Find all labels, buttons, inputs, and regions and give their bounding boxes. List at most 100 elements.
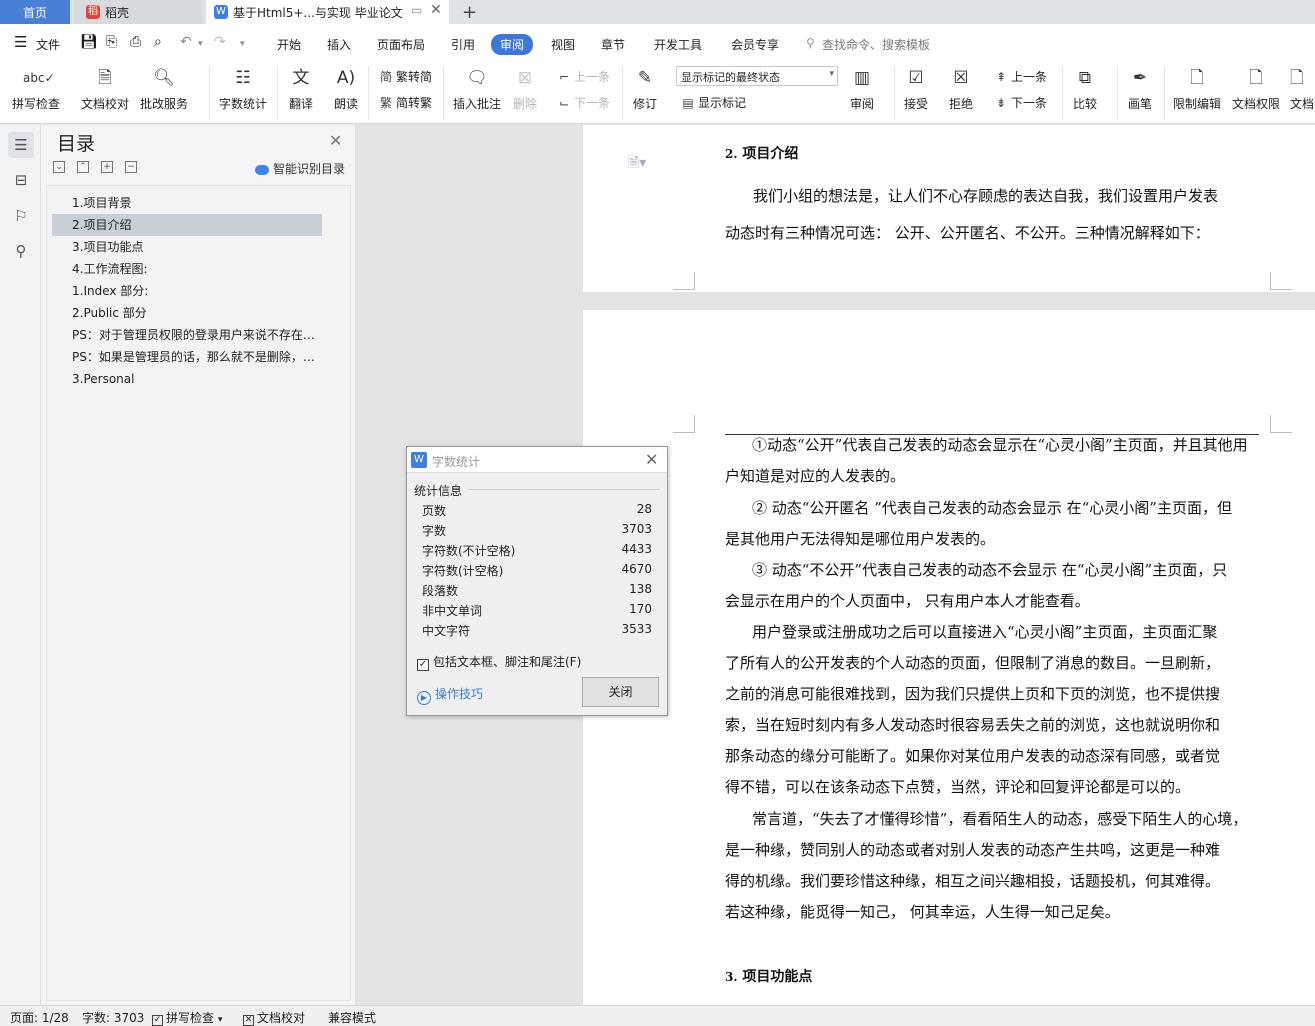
collapse-all-icon[interactable]: ⌄	[53, 161, 65, 173]
revise-service-icon: 🔍︎	[153, 68, 175, 88]
close-icon[interactable]: ✕	[329, 131, 342, 150]
undo-dropdown-icon[interactable]: ▾	[198, 39, 203, 49]
markup-state-value: 显示标记的最终状态	[681, 71, 780, 84]
toc-item[interactable]: 3.Personal	[52, 368, 322, 390]
paragraph-options-icon[interactable]: 🗎︎▾	[628, 152, 646, 176]
lock-document-icon: 🗋︎	[1190, 68, 1204, 88]
print-icon[interactable]: ⎙	[130, 34, 141, 50]
menu-developer[interactable]: 开发工具	[654, 36, 702, 53]
toc-item[interactable]: 4.工作流程图:	[52, 258, 322, 280]
accept-button[interactable]: ☑ 接受	[903, 66, 929, 112]
command-search-input[interactable]: 查找命令、搜索模板	[822, 36, 930, 53]
document-page[interactable]: 🗎︎▾ 2. 项目介绍 我们小组的想法是，让人们不心存顾虑的表达自我，我们设置用…	[583, 125, 1315, 292]
toc-item[interactable]: 1.项目背景	[52, 192, 322, 214]
markup-state-select[interactable]: 显示标记的最终状态 ▾	[676, 66, 838, 86]
dialog-titlebar[interactable]: W 字数统计 ✕	[407, 447, 667, 473]
doc-permission-button[interactable]: 🗋︎ 文档权限	[1232, 66, 1280, 112]
print-preview-icon[interactable]: ⌕	[154, 34, 162, 50]
remove-heading-icon[interactable]: −	[125, 161, 137, 173]
delete-comment-button[interactable]: ⊠ 删除	[512, 66, 538, 112]
paragraph-line: 若这种缘，能觅得一知己， 何其幸运，人生得一知己足矣。	[725, 903, 1120, 921]
tab-close-icon[interactable]: ✕	[430, 2, 442, 18]
toc-item[interactable]: 3.项目功能点	[52, 236, 322, 258]
prev-change-button[interactable]: ⇞ 上一条	[993, 68, 1047, 85]
reject-button[interactable]: ☒ 拒绝	[948, 66, 974, 112]
show-markup-button[interactable]: ▤ 显示标记	[680, 94, 746, 111]
daoke-logo-icon: 稻	[86, 5, 100, 19]
search-icon[interactable]: ⚲	[8, 238, 34, 264]
read-aloud-button[interactable]: A) 朗读	[333, 66, 359, 112]
revise-service-button[interactable]: 🔍︎ 批改服务	[140, 66, 188, 112]
toc-item[interactable]: 1.Index 部分:	[52, 280, 322, 302]
trad-to-simp-button[interactable]: 简繁转简	[378, 68, 432, 85]
hamburger-menu-icon[interactable]: ☰	[14, 33, 27, 51]
tips-link[interactable]: ▶ 操作技巧	[417, 685, 483, 705]
spellcheck-button[interactable]: abc✓ 拼写检查	[12, 66, 60, 112]
status-proof[interactable]: ✕ 文档校对	[243, 1009, 305, 1026]
track-changes-button[interactable]: ✎ 修订	[632, 66, 658, 112]
save-icon[interactable]: 💾︎	[80, 34, 98, 50]
compare-button[interactable]: ⧉ 比较	[1072, 66, 1098, 112]
close-icon[interactable]: ✕	[645, 450, 658, 469]
menu-file[interactable]: 文件	[36, 36, 60, 53]
menu-chapter[interactable]: 章节	[601, 36, 625, 53]
redo-icon[interactable]: ↷	[214, 34, 226, 50]
next-change-button[interactable]: ⇟ 下一条	[993, 94, 1047, 111]
expand-all-icon[interactable]: ⌃	[77, 161, 89, 173]
toc-pane-icon[interactable]: ☰	[8, 132, 34, 158]
close-button[interactable]: 关闭	[582, 677, 659, 707]
status-spellcheck[interactable]: ✓ 拼写检查 ▾	[152, 1009, 222, 1026]
menu-member[interactable]: 会员专享	[731, 36, 779, 53]
word-count-button[interactable]: ☷ 字数统计	[219, 66, 267, 112]
new-tab-icon[interactable]: +	[462, 0, 477, 24]
chapter-nav-icon[interactable]: ⊟	[8, 167, 34, 193]
undo-icon[interactable]: ↶	[180, 34, 192, 50]
smart-toc-button[interactable]: 智能识别目录	[255, 160, 345, 177]
ribbon-separator	[209, 66, 210, 120]
prev-comment-button[interactable]: ⌐ 上一条	[556, 68, 610, 85]
spellcheck-icon: abc✓	[23, 71, 55, 85]
ribbon-separator	[443, 66, 444, 120]
simp-to-trad-button[interactable]: 繁简转繁	[378, 94, 432, 111]
toc-item[interactable]: PS：如果是管理员的话，那么就不是删除，而是修改	[52, 346, 322, 368]
review-pane-button[interactable]: ▥ 审阅	[849, 66, 875, 112]
next-comment-button[interactable]: ⌙ 下一条	[556, 94, 610, 111]
paragraph-line: 了所有人的公开发表的个人动态的页面，但限制了消息的数目。一旦刷新，	[725, 654, 1221, 672]
ink-button[interactable]: ✒ 画笔	[1127, 66, 1153, 112]
tab-home[interactable]: 首页	[0, 0, 70, 24]
doc-proof-button[interactable]: 🗎︎ 文档校对	[81, 66, 129, 112]
menu-review[interactable]: 审阅	[491, 34, 534, 55]
doc-more-button[interactable]: 🗋︎ 文档	[1290, 66, 1315, 112]
insert-comment-button[interactable]: 🗨︎ 插入批注	[453, 66, 501, 112]
tab-home-label: 首页	[22, 5, 47, 20]
add-heading-icon[interactable]: +	[101, 161, 113, 173]
accept-icon: ☑	[908, 68, 924, 88]
stat-label: 字符数(计空格)	[422, 564, 504, 578]
include-textbox-checkbox[interactable]: ✓ 包括文本框、脚注和尾注(F)	[417, 653, 581, 671]
page-indicator[interactable]: 页面: 1/28	[10, 1009, 69, 1026]
document-page[interactable]: ①动态“公开”代表自己发表的动态会显示在“心灵小阁”主页面，并且其他用 户知道是…	[583, 310, 1315, 1005]
menu-page-layout[interactable]: 页面布局	[377, 36, 425, 53]
menu-references[interactable]: 引用	[451, 36, 475, 53]
toc-item[interactable]: PS：对于管理员权限的登录用户来说不存在删除的情况	[52, 324, 322, 346]
export-pdf-icon[interactable]: ⎘	[106, 34, 117, 50]
stat-row: 字符数(计空格) 4670	[422, 562, 652, 582]
menu-view[interactable]: 视图	[551, 36, 575, 53]
menu-insert[interactable]: 插入	[327, 36, 351, 53]
translate-button[interactable]: 文翻译	[288, 66, 314, 112]
quick-access-dropdown-icon[interactable]: ▾	[240, 39, 245, 49]
translate-icon: 文	[292, 68, 310, 88]
tab-pin-icon[interactable]: ▭	[411, 3, 422, 17]
tab-document[interactable]: W 基于Html5+...与实现 毕业论文 ▭ ✕	[206, 0, 449, 24]
tab-daoke[interactable]: 稻 稻壳	[74, 0, 202, 24]
toc-item-active[interactable]: 2.项目介绍	[52, 214, 322, 236]
bookmark-icon[interactable]: ⚐	[8, 203, 34, 229]
menu-home[interactable]: 开始	[277, 36, 301, 53]
smart-toc-label: 智能识别目录	[273, 162, 346, 176]
restrict-edit-button[interactable]: 🗋︎ 限制编辑	[1173, 66, 1221, 112]
doc-more-label: 文档	[1290, 97, 1315, 111]
toc-item[interactable]: 2.Public 部分	[52, 302, 322, 324]
review-pane-icon: ▥	[853, 68, 871, 88]
word-count-indicator[interactable]: 字数: 3703	[82, 1009, 144, 1026]
paragraph-line: 会显示在用户的个人页面中， 只有用户本人才能查看。	[725, 592, 1090, 610]
